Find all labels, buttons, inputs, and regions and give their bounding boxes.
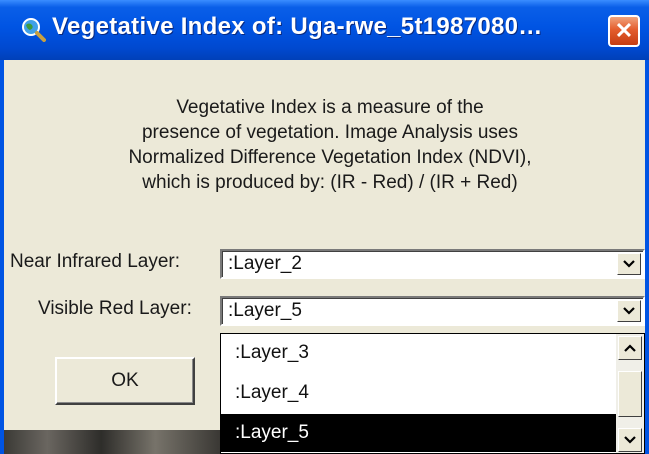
magnifier-globe-icon [20, 16, 46, 42]
chevron-down-icon [624, 436, 636, 444]
description-line: presence of vegetation. Image Analysis u… [141, 122, 518, 143]
chevron-down-icon [623, 307, 635, 315]
description-line: Normalized Difference Vegetation Index (… [128, 147, 532, 168]
visible-red-value: :Layer_5 [228, 300, 302, 321]
chevron-up-icon [624, 344, 636, 352]
dropdown-item-layer-4[interactable]: :Layer_4 [221, 374, 616, 412]
description-line: which is produced by: (IR - Red) / (IR +… [142, 172, 518, 193]
ok-button[interactable]: OK [55, 357, 195, 405]
close-icon: ✕ [614, 18, 634, 43]
scroll-up-button[interactable] [618, 336, 642, 360]
visible-red-dropdown-button[interactable] [617, 300, 641, 322]
description-text: Vegetative Index is a measure of the pre… [60, 95, 600, 195]
background-image-strip [4, 430, 220, 454]
title-bar[interactable]: Vegetative Index of: Uga-rwe_5t1987080… … [0, 0, 649, 60]
scroll-thumb[interactable] [618, 371, 642, 417]
dropdown-item-layer-5[interactable]: :Layer_5 [221, 414, 616, 452]
visible-red-label: Visible Red Layer: [38, 298, 192, 319]
layer-dropdown-list[interactable]: :Layer_3 :Layer_4 :Layer_5 [220, 333, 645, 454]
close-button[interactable]: ✕ [608, 15, 640, 47]
near-infrared-combo[interactable]: :Layer_2 [220, 249, 645, 279]
near-infrared-dropdown-button[interactable] [617, 253, 641, 275]
visible-red-combo[interactable]: :Layer_5 [220, 296, 645, 326]
near-infrared-value: :Layer_2 [228, 253, 302, 274]
dropdown-item-layer-3[interactable]: :Layer_3 [221, 334, 616, 372]
chevron-down-icon [623, 260, 635, 268]
near-infrared-label: Near Infrared Layer: [10, 251, 181, 272]
scroll-down-button[interactable] [618, 428, 642, 452]
dialog-window: Vegetative Index of: Uga-rwe_5t1987080… … [0, 0, 649, 454]
window-title: Vegetative Index of: Uga-rwe_5t1987080… [52, 13, 543, 40]
dropdown-scrollbar[interactable] [616, 334, 644, 453]
description-line: Vegetative Index is a measure of the [176, 97, 484, 118]
